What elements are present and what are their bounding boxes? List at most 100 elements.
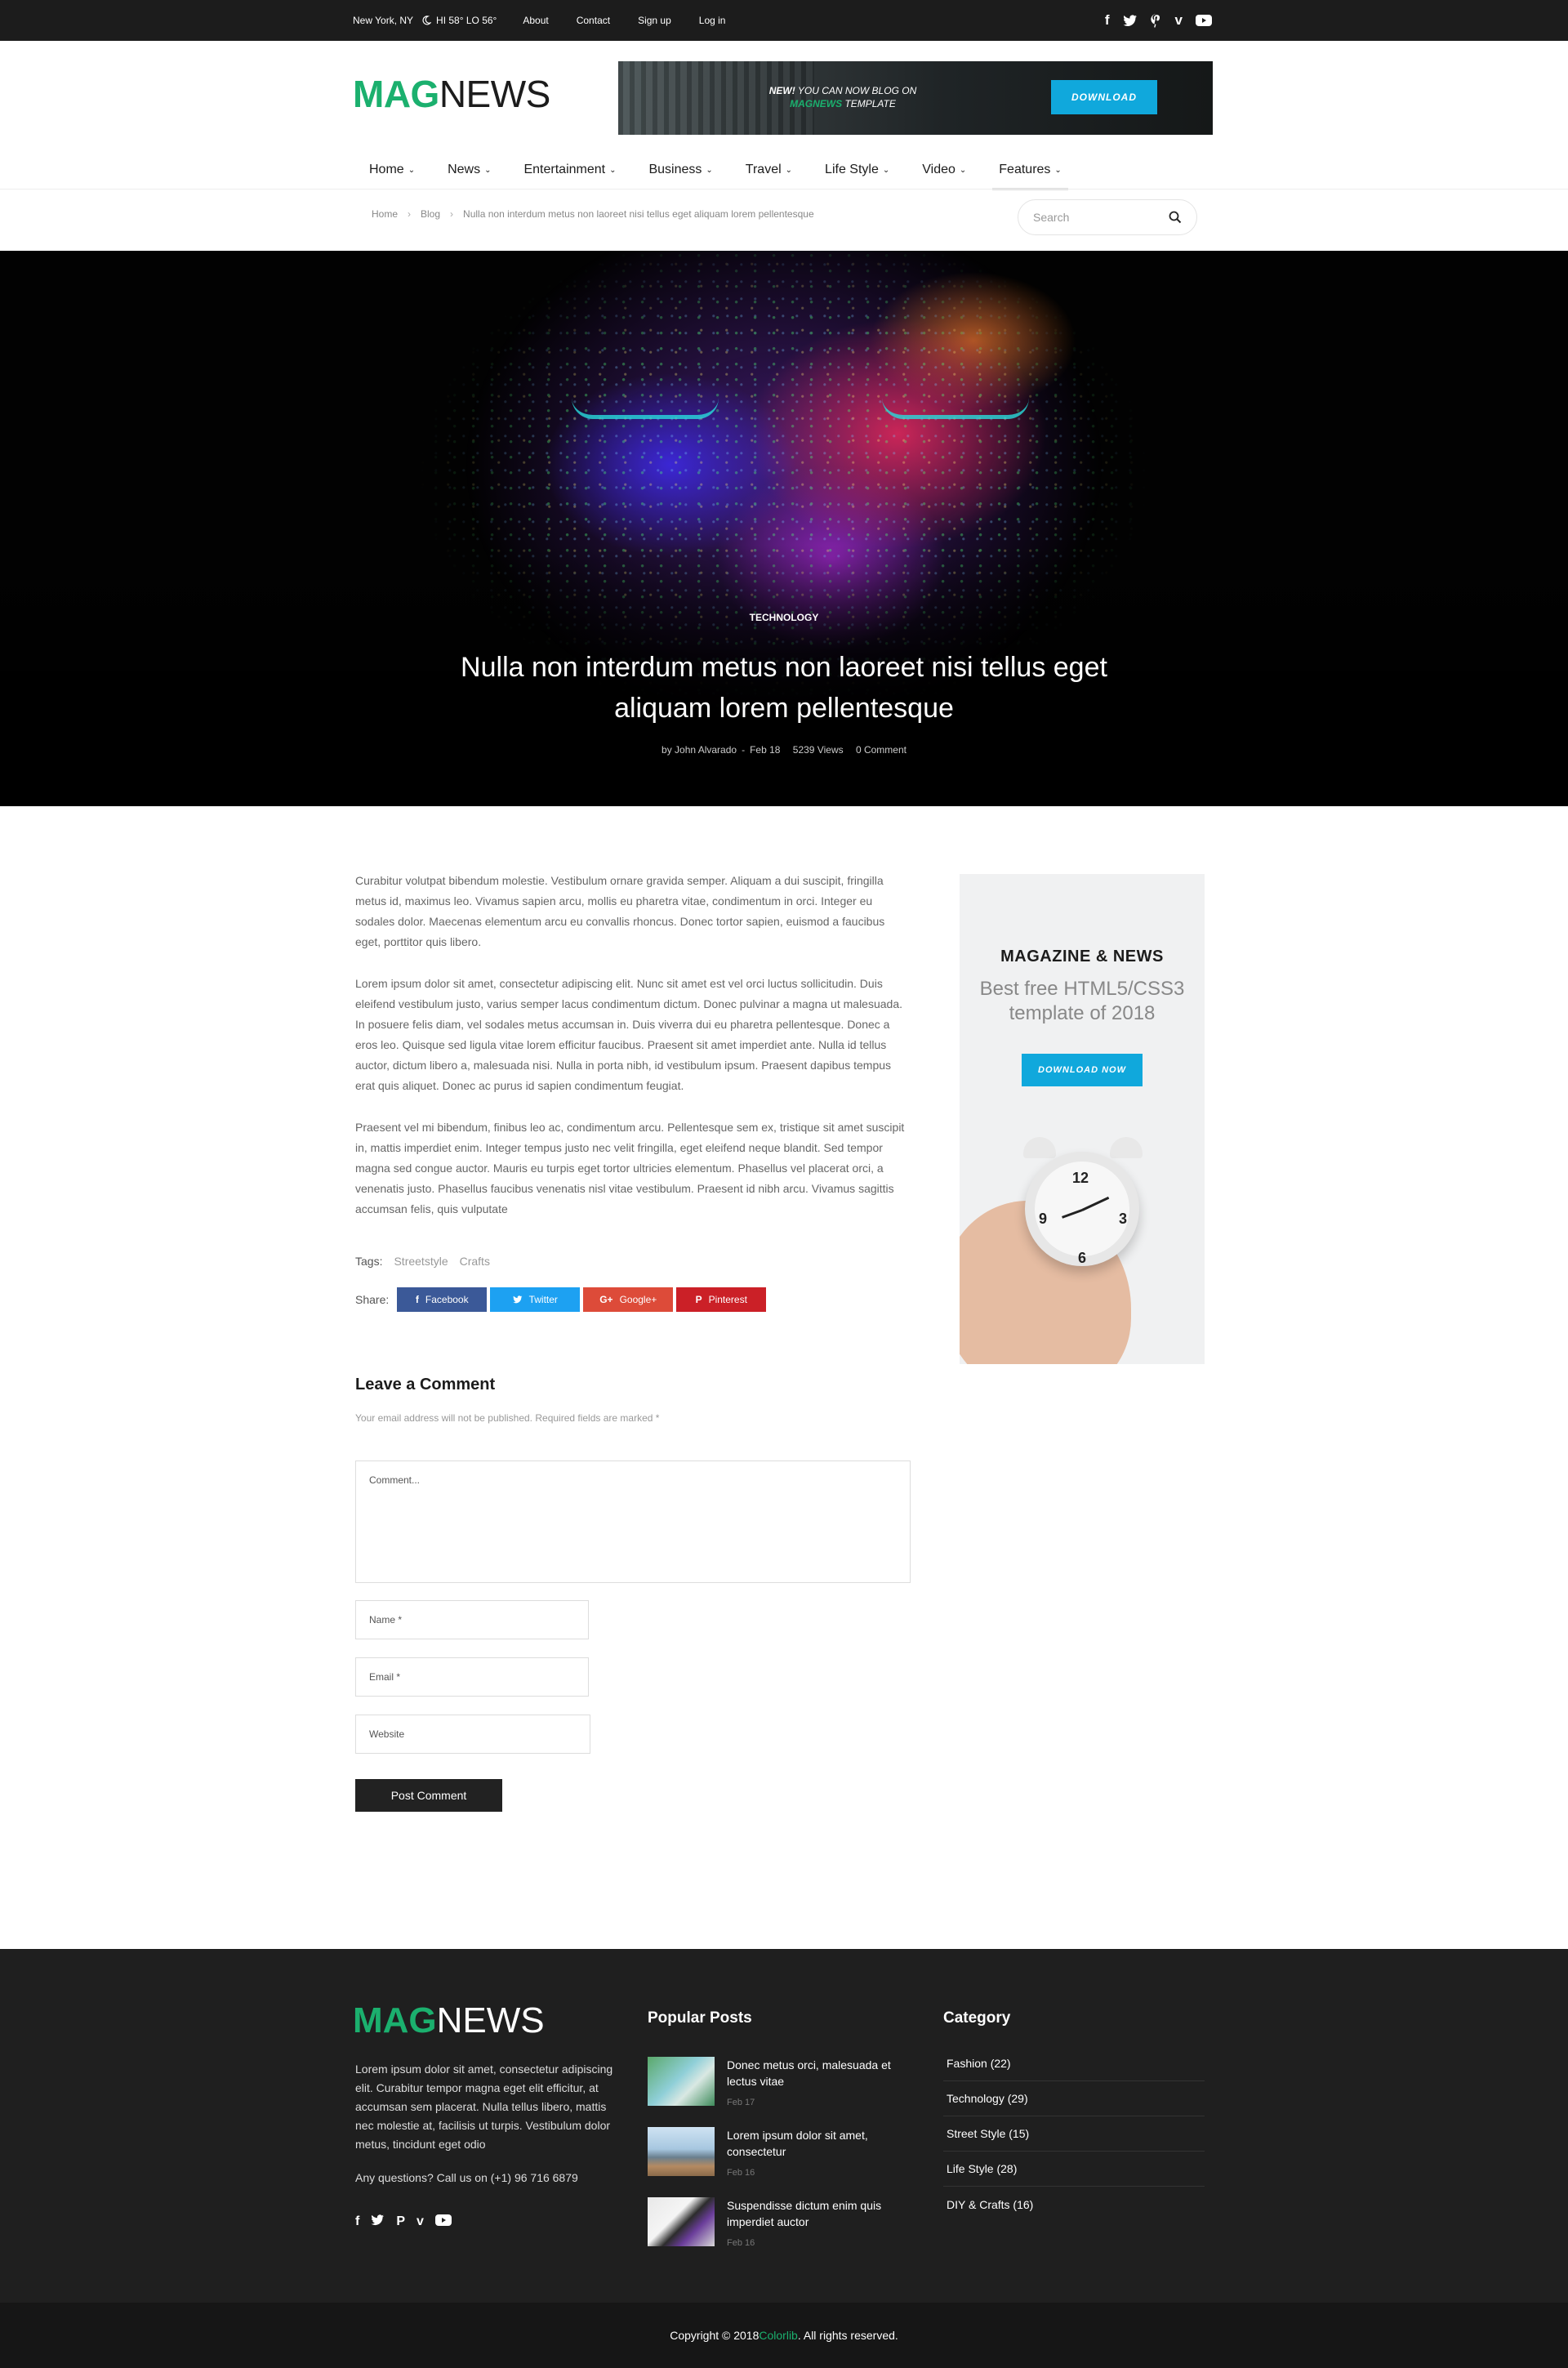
nav-label: Travel xyxy=(745,163,782,176)
popular-post[interactable]: Donec metus orci, malesuada et lectus vi… xyxy=(648,2057,917,2107)
nav-item-home[interactable]: Home ⌄ xyxy=(353,151,431,189)
website-field[interactable]: Website xyxy=(355,1715,590,1754)
post-comment-button[interactable]: Post Comment xyxy=(355,1779,502,1812)
post-thumbnail[interactable] xyxy=(648,2057,715,2106)
email-field[interactable]: Email * xyxy=(355,1657,589,1697)
clock-numeral: 3 xyxy=(1119,1211,1128,1227)
nav-item-features[interactable]: Features ⌄ xyxy=(982,151,1078,190)
copyright-post: . All rights reserved. xyxy=(797,2329,898,2342)
twitter-icon[interactable] xyxy=(1122,14,1138,27)
logo-news: NEWS xyxy=(439,73,551,115)
facebook-icon[interactable]: f xyxy=(1105,12,1110,29)
twitter-icon[interactable] xyxy=(371,2214,385,2226)
popular-post-title[interactable]: Lorem ipsum dolor sit amet, consectetur xyxy=(727,2127,898,2160)
top-links: About Contact Sign up Log in xyxy=(523,15,725,26)
chevron-down-icon: ⌄ xyxy=(882,165,890,175)
post-category[interactable]: TECHNOLOGY xyxy=(0,612,1568,623)
top-link-signup[interactable]: Sign up xyxy=(638,15,671,26)
nav-item-news[interactable]: News ⌄ xyxy=(431,151,507,189)
banner-download-button[interactable]: DOWNLOAD xyxy=(1051,80,1157,114)
article-body: Curabitur volutpat bibendum molestie. Ve… xyxy=(355,871,911,1241)
footer-contact: Any questions? Call us on (+1) 96 716 68… xyxy=(355,2171,578,2184)
share-facebook-button[interactable]: f Facebook xyxy=(397,1287,488,1312)
facebook-icon[interactable]: f xyxy=(355,2214,359,2229)
comment-textarea[interactable]: Comment... xyxy=(355,1460,911,1583)
ad-subheading: Best free HTML5/CSS3 template of 2018 xyxy=(979,978,1185,1024)
share-button-label: Twitter xyxy=(528,1294,558,1305)
footer-logo[interactable]: MAGNEWS xyxy=(353,2003,545,2039)
tag-link[interactable]: Streetstyle xyxy=(394,1255,448,1268)
copyright-brand-link[interactable]: Colorlib xyxy=(759,2329,797,2342)
header-banner-ad[interactable]: NEW! YOU CAN NOW BLOG ON MAGNEWS TEMPLAT… xyxy=(618,61,1213,135)
logo-mag: MAG xyxy=(353,73,439,115)
search-icon[interactable] xyxy=(1169,211,1182,224)
nav-item-business[interactable]: Business ⌄ xyxy=(632,151,728,189)
vimeo-icon[interactable]: v xyxy=(416,2214,424,2229)
nav-item-travel[interactable]: Travel ⌄ xyxy=(729,151,808,189)
post-meta: by John Alvarado - Feb 18 5239 Views 0 Com… xyxy=(662,744,906,756)
facebook-icon: f xyxy=(415,1294,419,1305)
popular-post-title[interactable]: Suspendisse dictum enim quis imperdiet a… xyxy=(727,2197,898,2230)
popular-post-date: Feb 16 xyxy=(727,2238,755,2248)
tag-link[interactable]: Crafts xyxy=(460,1255,490,1268)
site-footer xyxy=(0,1949,1568,2303)
popular-posts-heading: Popular Posts xyxy=(648,2009,752,2027)
youtube-icon[interactable] xyxy=(434,2214,452,2226)
popular-post-date: Feb 16 xyxy=(727,2168,755,2178)
popular-post-date: Feb 17 xyxy=(727,2098,755,2107)
nav-label: Life Style xyxy=(825,163,879,176)
post-author[interactable]: by John Alvarado xyxy=(662,744,737,756)
post-comments[interactable]: 0 Comment xyxy=(856,744,906,756)
breadcrumb-current: Nulla non interdum metus non laoreet nis… xyxy=(463,208,814,220)
pinterest-icon[interactable] xyxy=(1150,13,1162,28)
footer-social: f P v xyxy=(355,2214,452,2229)
share-pinterest-button[interactable]: P Pinterest xyxy=(676,1287,767,1312)
pinterest-icon[interactable]: P xyxy=(396,2214,405,2229)
category-item[interactable]: Life Style (28) xyxy=(943,2152,1205,2187)
share-googleplus-button[interactable]: G+ Google+ xyxy=(583,1287,674,1312)
nav-item-lifestyle[interactable]: Life Style ⌄ xyxy=(808,151,906,189)
nav-label: Entertainment xyxy=(523,163,606,176)
name-field[interactable]: Name * xyxy=(355,1600,589,1639)
ad-download-button[interactable]: DOWNLOAD NOW xyxy=(1022,1054,1143,1086)
comment-note: Your email address will not be published… xyxy=(355,1412,660,1424)
popular-post-title[interactable]: Donec metus orci, malesuada et lectus vi… xyxy=(727,2057,898,2089)
banner-line2: TEMPLATE xyxy=(842,98,896,109)
twitter-icon xyxy=(512,1295,522,1304)
post-thumbnail[interactable] xyxy=(648,2127,715,2176)
nav-label: Video xyxy=(922,163,956,176)
nav-item-entertainment[interactable]: Entertainment ⌄ xyxy=(507,151,632,189)
top-link-about[interactable]: About xyxy=(523,15,548,26)
popular-post[interactable]: Lorem ipsum dolor sit amet, consectetur … xyxy=(648,2127,917,2178)
vimeo-icon[interactable]: v xyxy=(1175,12,1183,29)
banner-text: NEW! YOU CAN NOW BLOG ON MAGNEWS TEMPLAT… xyxy=(761,84,924,110)
logo-mag: MAG xyxy=(353,2000,437,2040)
category-item[interactable]: Fashion (22) xyxy=(943,2046,1205,2081)
chevron-down-icon: ⌄ xyxy=(484,165,492,175)
breadcrumb: Home › Blog › Nulla non interdum metus n… xyxy=(372,208,814,220)
sidebar-ad[interactable]: MAGAZINE & NEWS Best free HTML5/CSS3 tem… xyxy=(960,874,1205,1364)
youtube-icon[interactable] xyxy=(1196,15,1212,26)
category-heading: Category xyxy=(943,2009,1011,2027)
banner-brand: MAGNEWS xyxy=(790,98,843,109)
logo-news: NEWS xyxy=(436,2000,545,2040)
post-tags: Tags: Streetstyle Crafts xyxy=(355,1255,490,1268)
weather: HI 58° LO 56° xyxy=(421,15,497,26)
main-nav: Home ⌄ News ⌄ Entertainment ⌄ Business ⌄ Tra… xyxy=(353,151,1078,190)
top-link-login[interactable]: Log in xyxy=(699,15,726,26)
nav-divider xyxy=(0,189,1568,190)
category-item[interactable]: Street Style (15) xyxy=(943,2116,1205,2152)
breadcrumb-home[interactable]: Home xyxy=(372,208,398,220)
share-twitter-button[interactable]: Twitter xyxy=(490,1287,581,1312)
breadcrumb-blog[interactable]: Blog xyxy=(421,208,440,220)
nav-item-video[interactable]: Video ⌄ xyxy=(906,151,982,189)
comment-heading: Leave a Comment xyxy=(355,1376,496,1394)
top-link-contact[interactable]: Contact xyxy=(577,15,610,26)
site-logo[interactable]: MAGNEWS xyxy=(353,75,550,113)
category-item[interactable]: DIY & Crafts (16) xyxy=(943,2187,1205,2222)
popular-post[interactable]: Suspendisse dictum enim quis imperdiet a… xyxy=(648,2197,917,2248)
category-item[interactable]: Technology (29) xyxy=(943,2081,1205,2116)
post-thumbnail[interactable] xyxy=(648,2197,715,2246)
chevron-down-icon: ⌄ xyxy=(1054,165,1062,175)
search-input[interactable]: Search xyxy=(1018,199,1197,235)
